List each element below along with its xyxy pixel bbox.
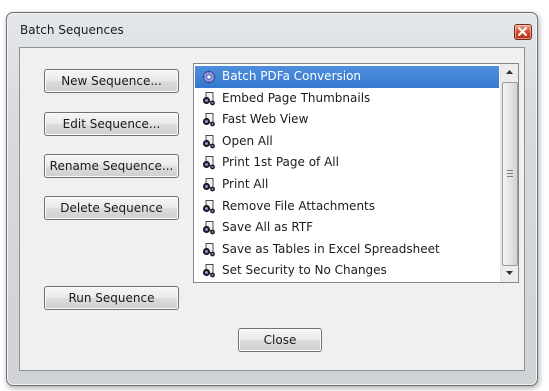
thumb-grip <box>507 170 513 171</box>
scroll-down-button[interactable] <box>501 265 518 282</box>
sequence-list-items: Batch PDFa Conversion Embed Page Thumbnai… <box>195 66 499 282</box>
edit-sequence-button[interactable]: Edit Sequence... <box>44 112 179 136</box>
sequence-label: Save as Tables in Excel Spreadsheet <box>222 241 440 256</box>
sequence-icon <box>202 156 215 170</box>
sequence-label: Set Security to No Changes <box>222 263 387 278</box>
sequence-list-item[interactable]: Print All <box>195 174 499 196</box>
thumb-grip <box>507 176 513 177</box>
scroll-up-button[interactable] <box>501 64 518 81</box>
sequence-list-item[interactable]: Print 1st Page of All <box>195 152 499 174</box>
sequence-icon <box>202 242 215 257</box>
thumb-grip <box>507 173 513 174</box>
sequence-label: Remove File Attachments <box>222 198 376 213</box>
close-icon <box>518 27 527 36</box>
sequence-list-item[interactable]: Save as Tables in Excel Spreadsheet <box>195 239 499 261</box>
sequence-list-item[interactable]: Open All <box>195 131 499 153</box>
sequence-list[interactable]: Batch PDFa Conversion Embed Page Thumbnai… <box>193 63 519 283</box>
run-sequence-button[interactable]: Run Sequence <box>44 286 179 310</box>
sequence-icon <box>202 113 215 127</box>
sequence-icon <box>202 91 215 105</box>
sequence-label: Save All as RTF <box>222 220 314 235</box>
new-sequence-button[interactable]: New Sequence... <box>44 69 179 93</box>
sequence-list-item[interactable]: Save All as RTF <box>195 217 499 239</box>
sequence-label: Fast Web View <box>222 112 309 127</box>
close-button[interactable]: Close <box>238 328 322 352</box>
sequence-list-item[interactable]: Set Security to No Changes <box>195 260 499 282</box>
arrow-down-icon <box>506 271 513 275</box>
sequence-icon <box>202 264 215 278</box>
scrollbar-thumb[interactable] <box>502 82 518 266</box>
sequence-list-item[interactable]: Embed Page Thumbnails <box>195 88 499 110</box>
sequence-icon <box>202 134 215 149</box>
window-title: Batch Sequences <box>20 23 124 37</box>
sequence-icon <box>202 221 215 235</box>
close-window-button[interactable] <box>514 24 532 40</box>
sequence-list-item[interactable]: Remove File Attachments <box>195 196 499 218</box>
arrow-up-icon <box>506 70 513 74</box>
sequence-label: Print 1st Page of All <box>222 155 339 170</box>
sequence-list-item[interactable]: Batch PDFa Conversion <box>195 66 499 88</box>
sequence-label: Print All <box>222 176 269 191</box>
delete-sequence-button[interactable]: Delete Sequence <box>44 196 179 220</box>
sequence-label: Batch PDFa Conversion <box>222 69 362 83</box>
sequence-list-item[interactable]: Fast Web View <box>195 109 499 131</box>
gear-sequence-icon <box>202 70 216 84</box>
sequence-icon <box>202 178 215 192</box>
rename-sequence-button[interactable]: Rename Sequence... <box>44 154 179 178</box>
vertical-scrollbar[interactable] <box>500 64 518 282</box>
sequence-icon <box>202 199 215 213</box>
sequence-label: Embed Page Thumbnails <box>222 90 371 105</box>
sequence-label: Open All <box>222 133 273 148</box>
